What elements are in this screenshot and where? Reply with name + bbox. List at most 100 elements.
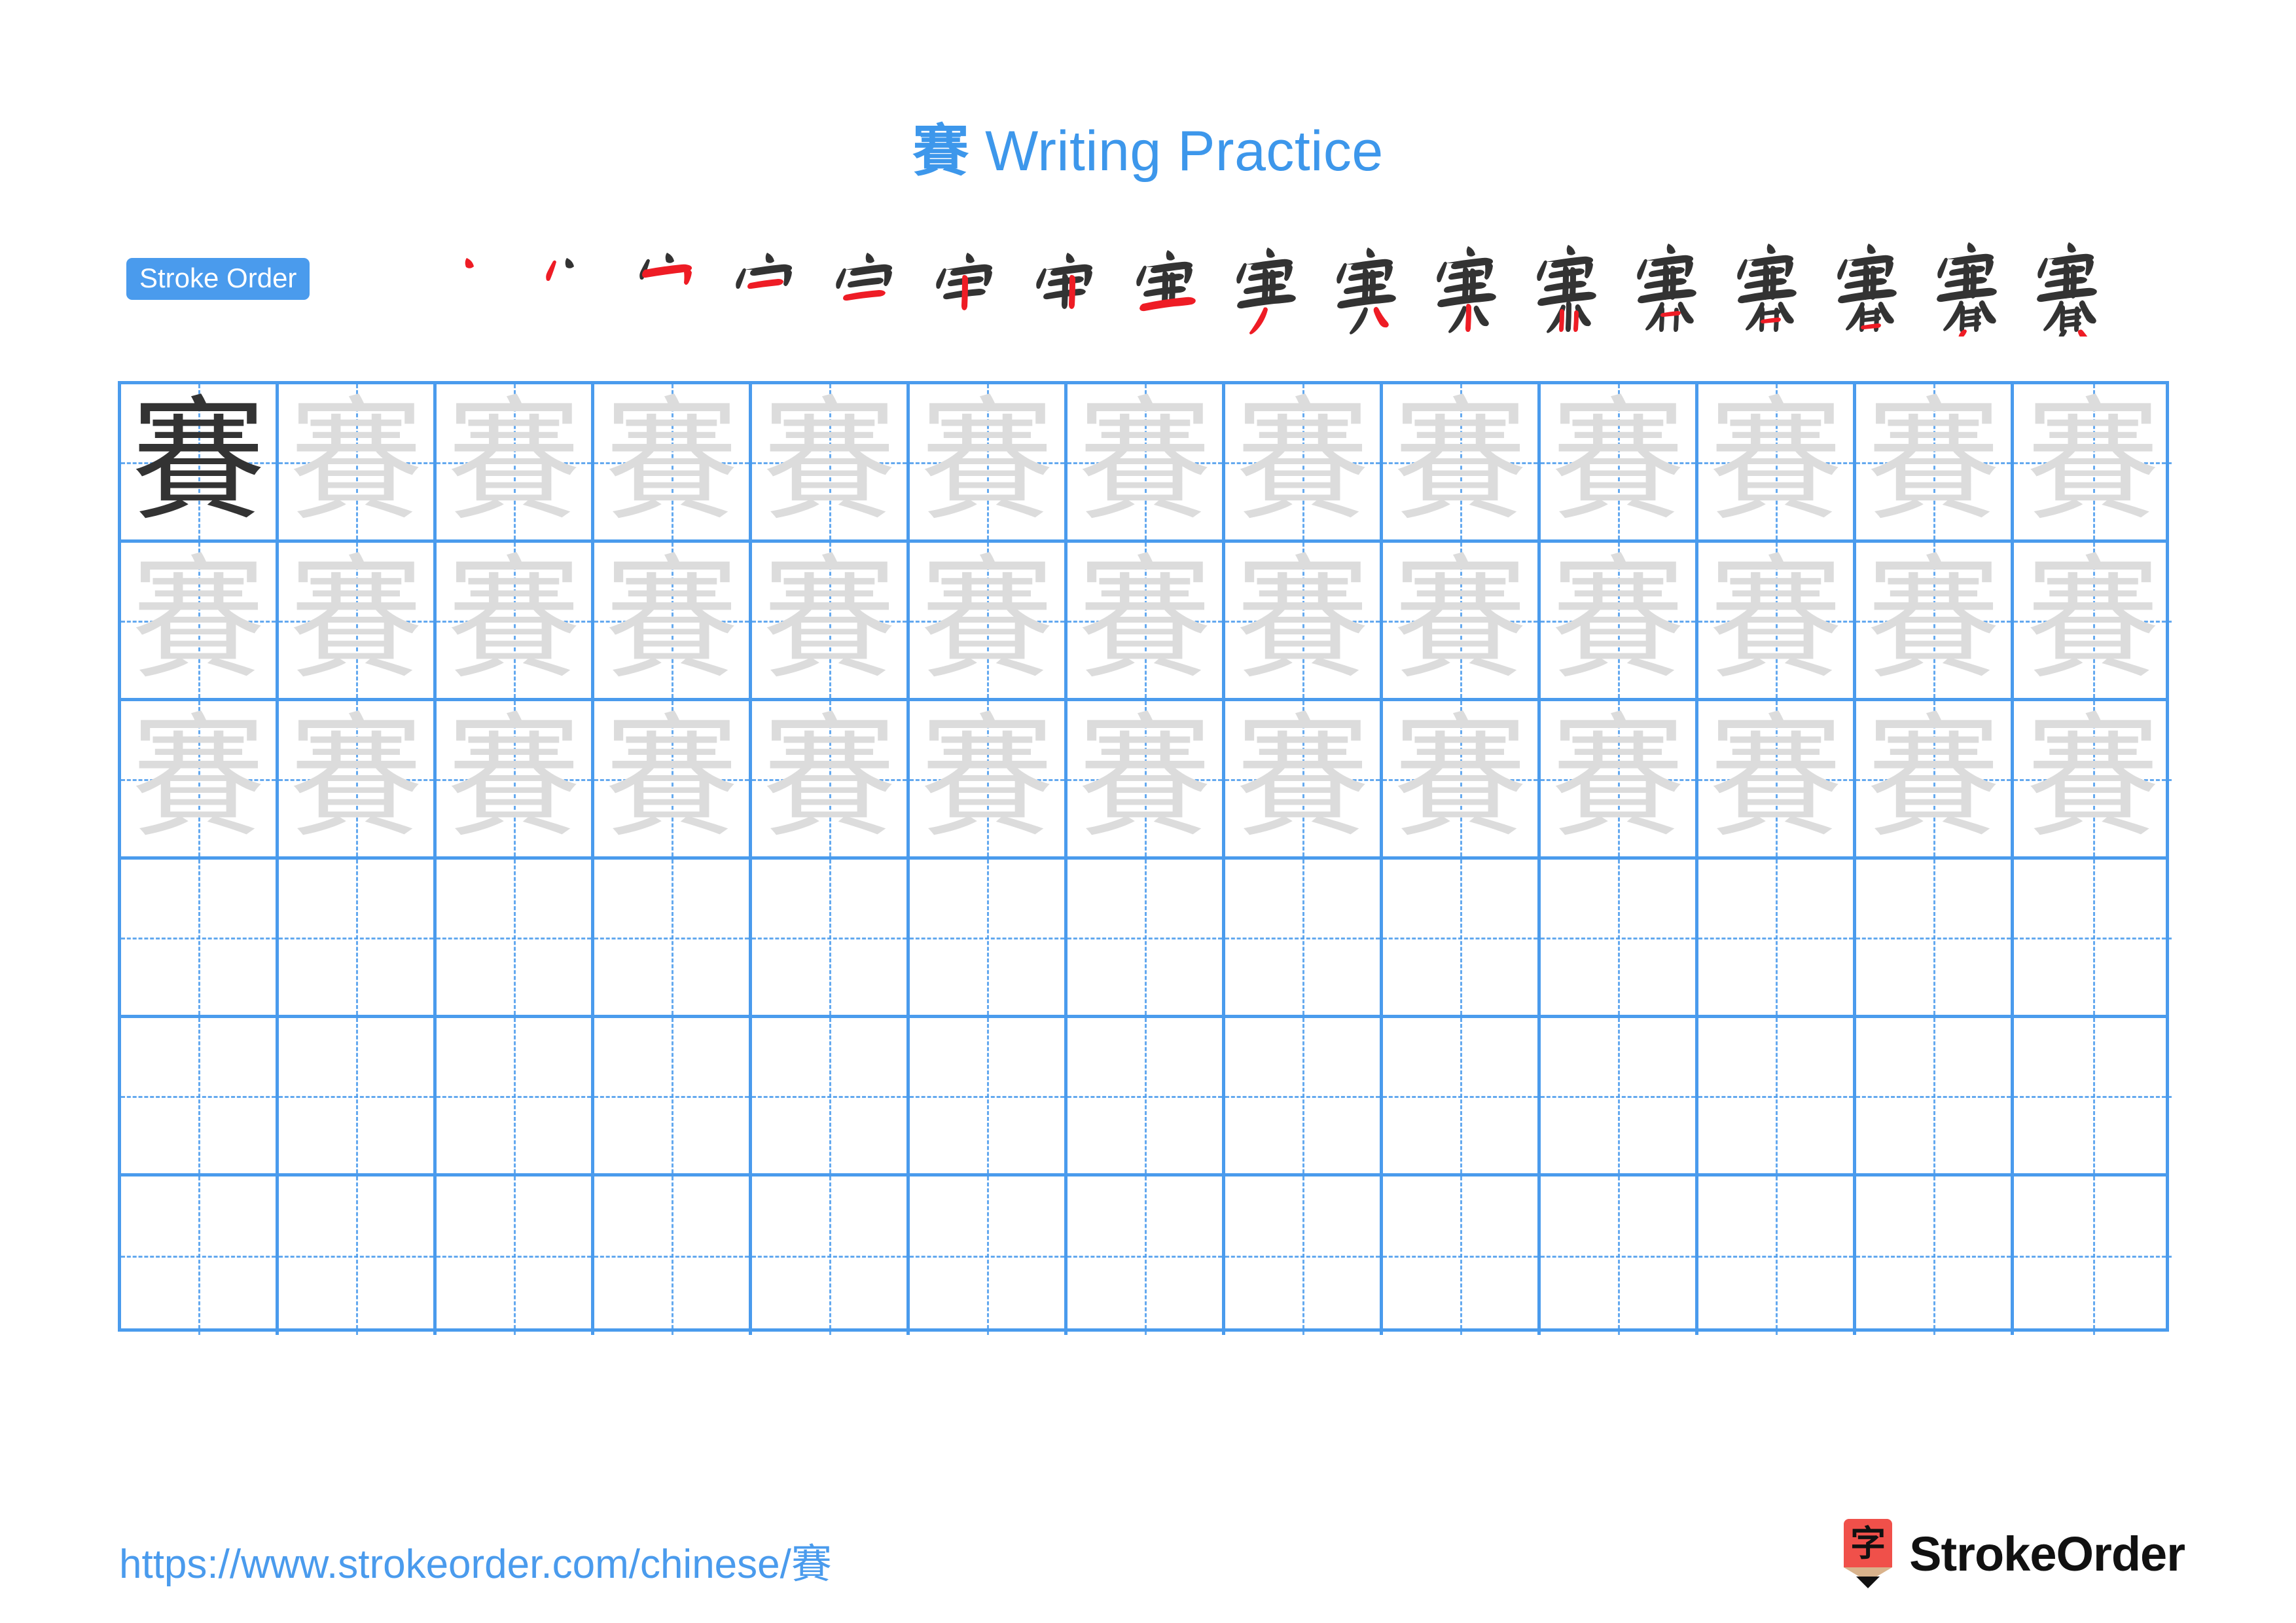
- practice-cell-empty[interactable]: [910, 1176, 1067, 1335]
- practice-cell[interactable]: 賽: [910, 384, 1067, 539]
- pencil-tip: [1856, 1577, 1880, 1588]
- practice-cell-empty[interactable]: [1225, 1018, 1383, 1173]
- practice-cell-empty[interactable]: [1856, 860, 2014, 1015]
- practice-cell[interactable]: 賽: [279, 701, 437, 856]
- practice-cell[interactable]: 賽: [437, 543, 594, 698]
- practice-glyph: 賽: [1235, 543, 1370, 698]
- practice-cell[interactable]: 賽: [121, 384, 279, 539]
- practice-cell[interactable]: 賽: [752, 701, 910, 856]
- practice-cell[interactable]: 賽: [1856, 543, 2014, 698]
- practice-glyph: 賽: [446, 543, 581, 698]
- practice-cell-empty[interactable]: [1698, 1018, 1856, 1173]
- practice-cell-empty[interactable]: [1067, 1018, 1225, 1173]
- practice-cell[interactable]: 賽: [594, 384, 752, 539]
- practice-cell-empty[interactable]: [1225, 860, 1383, 1015]
- practice-cell-empty[interactable]: [594, 860, 752, 1015]
- practice-cell-empty[interactable]: [594, 1176, 752, 1335]
- worksheet-page: 賽 Writing Practice Stroke Order 賽 賽 賽 賽 …: [0, 0, 2296, 1623]
- practice-glyph: 賽: [1077, 384, 1212, 539]
- practice-cell-empty[interactable]: [437, 860, 594, 1015]
- practice-cell[interactable]: 賽: [594, 543, 752, 698]
- practice-cell[interactable]: 賽: [2014, 701, 2172, 856]
- stroke-order-sequence: [422, 238, 2125, 337]
- practice-cell[interactable]: 賽: [2014, 384, 2172, 539]
- practice-cell[interactable]: 賽: [1225, 701, 1383, 856]
- practice-cell-empty[interactable]: [279, 1018, 437, 1173]
- practice-cell[interactable]: 賽: [1067, 701, 1225, 856]
- practice-glyph: 賽: [289, 543, 423, 698]
- practice-cell-empty[interactable]: [752, 860, 910, 1015]
- practice-cell[interactable]: 賽: [279, 384, 437, 539]
- stroke-step-11: [1424, 238, 1524, 337]
- practice-cell-empty[interactable]: [1698, 1176, 1856, 1335]
- practice-cell-empty[interactable]: [2014, 860, 2172, 1015]
- practice-cell-empty[interactable]: [752, 1018, 910, 1173]
- practice-cell[interactable]: 賽: [752, 384, 910, 539]
- footer-url-character: 賽: [791, 1540, 832, 1588]
- practice-glyph: 賽: [446, 384, 581, 539]
- practice-cell-empty[interactable]: [1541, 1176, 1698, 1335]
- practice-cell-empty[interactable]: [1856, 1176, 2014, 1335]
- practice-cell-empty[interactable]: [1383, 860, 1541, 1015]
- practice-cell-empty[interactable]: [910, 860, 1067, 1015]
- brand-name: StrokeOrder: [1909, 1526, 2185, 1581]
- practice-cell[interactable]: 賽: [1541, 543, 1698, 698]
- practice-cell-empty[interactable]: [437, 1018, 594, 1173]
- practice-cell[interactable]: 賽: [910, 543, 1067, 698]
- practice-glyph: 賽: [1551, 384, 1685, 539]
- footer-url-link[interactable]: https://www.strokeorder.com/chinese/賽: [119, 1531, 832, 1590]
- practice-cell[interactable]: 賽: [1225, 543, 1383, 698]
- stroke-step-7: [1023, 238, 1123, 337]
- practice-cell-empty[interactable]: [1383, 1176, 1541, 1335]
- practice-cell[interactable]: 賽: [1698, 701, 1856, 856]
- practice-cell-empty[interactable]: [1225, 1176, 1383, 1335]
- practice-cell-empty[interactable]: [121, 860, 279, 1015]
- practice-cell[interactable]: 賽: [1541, 384, 1698, 539]
- practice-cell-empty[interactable]: [752, 1176, 910, 1335]
- practice-cell-empty[interactable]: [121, 1018, 279, 1173]
- practice-cell[interactable]: 賽: [1698, 384, 1856, 539]
- practice-cell-empty[interactable]: [1541, 1018, 1698, 1173]
- practice-cell[interactable]: 賽: [1856, 384, 2014, 539]
- practice-cell[interactable]: 賽: [1067, 543, 1225, 698]
- stroke-step-3: [622, 238, 723, 337]
- practice-cell-empty[interactable]: [1067, 1176, 1225, 1335]
- practice-cell[interactable]: 賽: [1067, 384, 1225, 539]
- practice-row-3: 賽 賽 賽 賽 賽 賽 賽 賽 賽 賽 賽 賽 賽: [121, 701, 2172, 860]
- practice-cell[interactable]: 賽: [121, 701, 279, 856]
- brand-logo[interactable]: 字 StrokeOrder: [1844, 1519, 2185, 1588]
- practice-cell[interactable]: 賽: [2014, 543, 2172, 698]
- practice-cell-empty[interactable]: [910, 1018, 1067, 1173]
- practice-cell[interactable]: 賽: [1383, 701, 1541, 856]
- practice-cell[interactable]: 賽: [1383, 543, 1541, 698]
- practice-cell-empty[interactable]: [121, 1176, 279, 1335]
- practice-cell[interactable]: 賽: [752, 543, 910, 698]
- practice-cell-empty[interactable]: [1067, 860, 1225, 1015]
- brand-mark-character: 字: [1850, 1523, 1886, 1564]
- practice-cell-empty[interactable]: [594, 1018, 752, 1173]
- practice-cell-empty[interactable]: [2014, 1176, 2172, 1335]
- practice-cell[interactable]: 賽: [1856, 701, 2014, 856]
- practice-glyph: 賽: [920, 701, 1054, 856]
- practice-cell[interactable]: 賽: [1541, 701, 1698, 856]
- practice-cell[interactable]: 賽: [279, 543, 437, 698]
- practice-cell[interactable]: 賽: [594, 701, 752, 856]
- practice-cell[interactable]: 賽: [437, 701, 594, 856]
- practice-cell[interactable]: 賽: [910, 701, 1067, 856]
- page-title-text: Writing Practice: [969, 120, 1384, 183]
- practice-cell-empty[interactable]: [279, 1176, 437, 1335]
- practice-cell-empty[interactable]: [1541, 860, 1698, 1015]
- stroke-step-16: [1924, 238, 2024, 337]
- practice-cell[interactable]: 賽: [121, 543, 279, 698]
- practice-cell-empty[interactable]: [1383, 1018, 1541, 1173]
- practice-glyph: 賽: [289, 384, 423, 539]
- practice-cell-empty[interactable]: [2014, 1018, 2172, 1173]
- practice-cell-empty[interactable]: [1856, 1018, 2014, 1173]
- practice-cell[interactable]: 賽: [437, 384, 594, 539]
- practice-cell[interactable]: 賽: [1698, 543, 1856, 698]
- practice-cell[interactable]: 賽: [1225, 384, 1383, 539]
- practice-cell-empty[interactable]: [279, 860, 437, 1015]
- practice-cell-empty[interactable]: [1698, 860, 1856, 1015]
- practice-cell[interactable]: 賽: [1383, 384, 1541, 539]
- practice-cell-empty[interactable]: [437, 1176, 594, 1335]
